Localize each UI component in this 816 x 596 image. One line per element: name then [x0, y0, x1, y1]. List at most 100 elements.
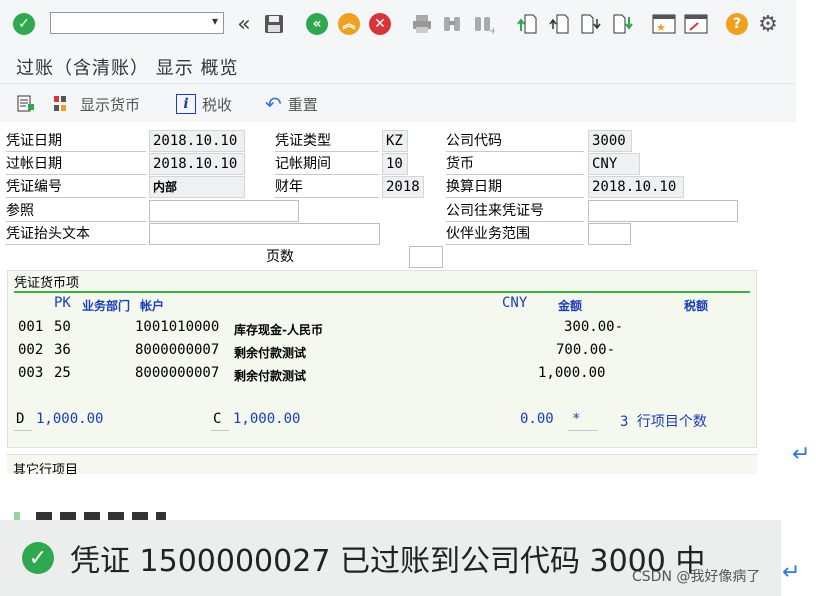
- currency-label: 货币: [446, 153, 584, 175]
- document-header-form: 凭证日期 2018.10.10 凭证类型 KZ 公司代码 3000 过帐日期 2…: [0, 122, 796, 474]
- title-bar: 过账（含清账） 显示 概览: [0, 48, 796, 84]
- undo-icon: ↶: [265, 92, 282, 116]
- doc-type-label: 凭证类型: [275, 130, 379, 152]
- cropped-text-fragment: [14, 510, 174, 520]
- row-account[interactable]: 8000000007: [135, 342, 219, 358]
- line-item-count: 3 行项目个数: [620, 414, 707, 430]
- overview-icon: [16, 94, 36, 114]
- col-account: 帐户: [140, 299, 165, 313]
- row-line-number: 002: [18, 342, 44, 358]
- back-green-icon[interactable]: «: [305, 12, 329, 36]
- row-pk: 36: [54, 342, 71, 358]
- company-code-field[interactable]: 3000: [588, 130, 632, 152]
- doc-date-field[interactable]: 2018.10.10: [149, 130, 245, 152]
- display-currency-label: 显示货币: [80, 95, 141, 114]
- pages-input[interactable]: [409, 246, 443, 268]
- balance: 0.00: [520, 411, 554, 427]
- other-items-group: 其它行项目: [7, 454, 757, 474]
- row-amount: 700.00-: [556, 342, 616, 358]
- currency-icon: [52, 94, 74, 114]
- group-divider: [14, 291, 750, 293]
- partner-ba-label: 伙伴业务范围: [446, 223, 584, 245]
- reference-label: 参照: [6, 200, 146, 222]
- reference-input[interactable]: [149, 200, 299, 222]
- period-label: 记帐期间: [275, 153, 379, 175]
- translation-date-field[interactable]: 2018.10.10: [588, 176, 684, 198]
- col-business-area: 业务部门: [82, 299, 131, 313]
- next-page-icon[interactable]: [579, 12, 603, 36]
- row-account[interactable]: 8000000007: [135, 365, 219, 381]
- row-amount: 300.00-: [564, 319, 624, 335]
- system-toolbar: ✓ ▾ « « ︽ ✕ + ★ ? ⚙: [0, 0, 796, 48]
- page-title: 过账（含清账） 显示 概览: [16, 58, 239, 79]
- row-account-name: 剩余付款测试: [234, 346, 307, 360]
- pages-label: 页数: [266, 249, 294, 265]
- company-code-label: 公司代码: [446, 130, 584, 152]
- info-icon: i: [176, 94, 196, 114]
- shortcut-icon[interactable]: [684, 12, 708, 36]
- col-amount: 金额: [558, 299, 583, 313]
- fiscal-year-label: 财年: [275, 176, 379, 198]
- return-arrow-icon: ↵: [782, 560, 801, 585]
- help-icon[interactable]: ?: [725, 12, 749, 36]
- reset-label: 重置: [287, 95, 318, 114]
- enter-icon[interactable]: ✓: [12, 12, 36, 36]
- credit-label: C: [213, 411, 222, 427]
- document-overview-button[interactable]: [16, 93, 42, 115]
- exit-icon[interactable]: ︽: [337, 12, 361, 36]
- items-group: 凭证货币项 PK 业务部门 帐户 CNY 金额 税额 001 50 100101…: [7, 270, 757, 448]
- first-page-icon[interactable]: [515, 12, 539, 36]
- success-check-icon: ✓: [22, 542, 54, 574]
- settings-icon[interactable]: ⚙: [756, 12, 780, 37]
- row-amount: 1,000.00: [538, 365, 606, 381]
- watermark: CSDN @我好像病了: [632, 569, 761, 585]
- posting-date-label: 过帐日期: [6, 153, 146, 175]
- currency-field[interactable]: CNY: [588, 153, 640, 175]
- prev-page-icon[interactable]: [547, 12, 571, 36]
- chevron-down-icon[interactable]: ▾: [212, 14, 218, 28]
- back-icon[interactable]: «: [232, 12, 256, 37]
- application-toolbar: 显示货币 i 税收 ↶ 重置: [0, 84, 796, 122]
- find-next-icon[interactable]: +: [472, 12, 496, 36]
- intercompany-input[interactable]: [588, 200, 738, 222]
- doc-type-field[interactable]: KZ: [382, 130, 408, 152]
- row-account-name: 库存现金-人民币: [234, 323, 323, 337]
- items-group-title: 凭证货币项: [14, 276, 80, 291]
- fiscal-year-field[interactable]: 2018: [382, 176, 424, 198]
- row-account[interactable]: 1001010000: [135, 319, 219, 335]
- posting-date-field[interactable]: 2018.10.10: [149, 153, 245, 175]
- cancel-icon[interactable]: ✕: [368, 12, 392, 36]
- header-text-label: 凭证抬头文本: [6, 223, 146, 245]
- row-pk: 25: [54, 365, 71, 381]
- row-line-number: 001: [18, 319, 44, 335]
- period-field[interactable]: 10: [382, 153, 408, 175]
- tax-label: 税收: [202, 95, 233, 114]
- display-currency-button[interactable]: 显示货币: [52, 93, 140, 115]
- col-currency: CNY: [502, 295, 528, 311]
- new-session-icon[interactable]: ★: [652, 12, 676, 36]
- print-icon[interactable]: [410, 12, 434, 36]
- debit-label: D: [16, 411, 25, 427]
- row-line-number: 003: [18, 365, 44, 381]
- find-icon[interactable]: [440, 12, 464, 36]
- save-icon[interactable]: [262, 12, 286, 36]
- doc-number-field[interactable]: 内部: [149, 176, 245, 198]
- row-account-name: 剩余付款测试: [234, 369, 307, 383]
- svg-text:★: ★: [656, 21, 666, 34]
- balance-flag: *: [572, 411, 581, 427]
- doc-date-label: 凭证日期: [6, 130, 146, 152]
- intercompany-label: 公司往来凭证号: [446, 200, 584, 222]
- reset-button[interactable]: ↶ 重置: [265, 92, 318, 116]
- partner-ba-input[interactable]: [588, 223, 631, 245]
- header-text-input[interactable]: [149, 223, 380, 245]
- row-pk: 50: [54, 319, 71, 335]
- status-message[interactable]: 凭证 1500000027 已过账到公司代码 3000 中: [70, 536, 705, 580]
- credit-total: 1,000.00: [233, 411, 301, 427]
- doc-number-label: 凭证编号: [6, 176, 146, 198]
- svg-text:+: +: [489, 26, 495, 35]
- col-tax: 税额: [684, 299, 709, 313]
- debit-total: 1,000.00: [36, 411, 104, 427]
- last-page-icon[interactable]: [611, 12, 635, 36]
- command-field[interactable]: ▾: [50, 12, 224, 34]
- tax-button[interactable]: i 税收: [176, 93, 232, 115]
